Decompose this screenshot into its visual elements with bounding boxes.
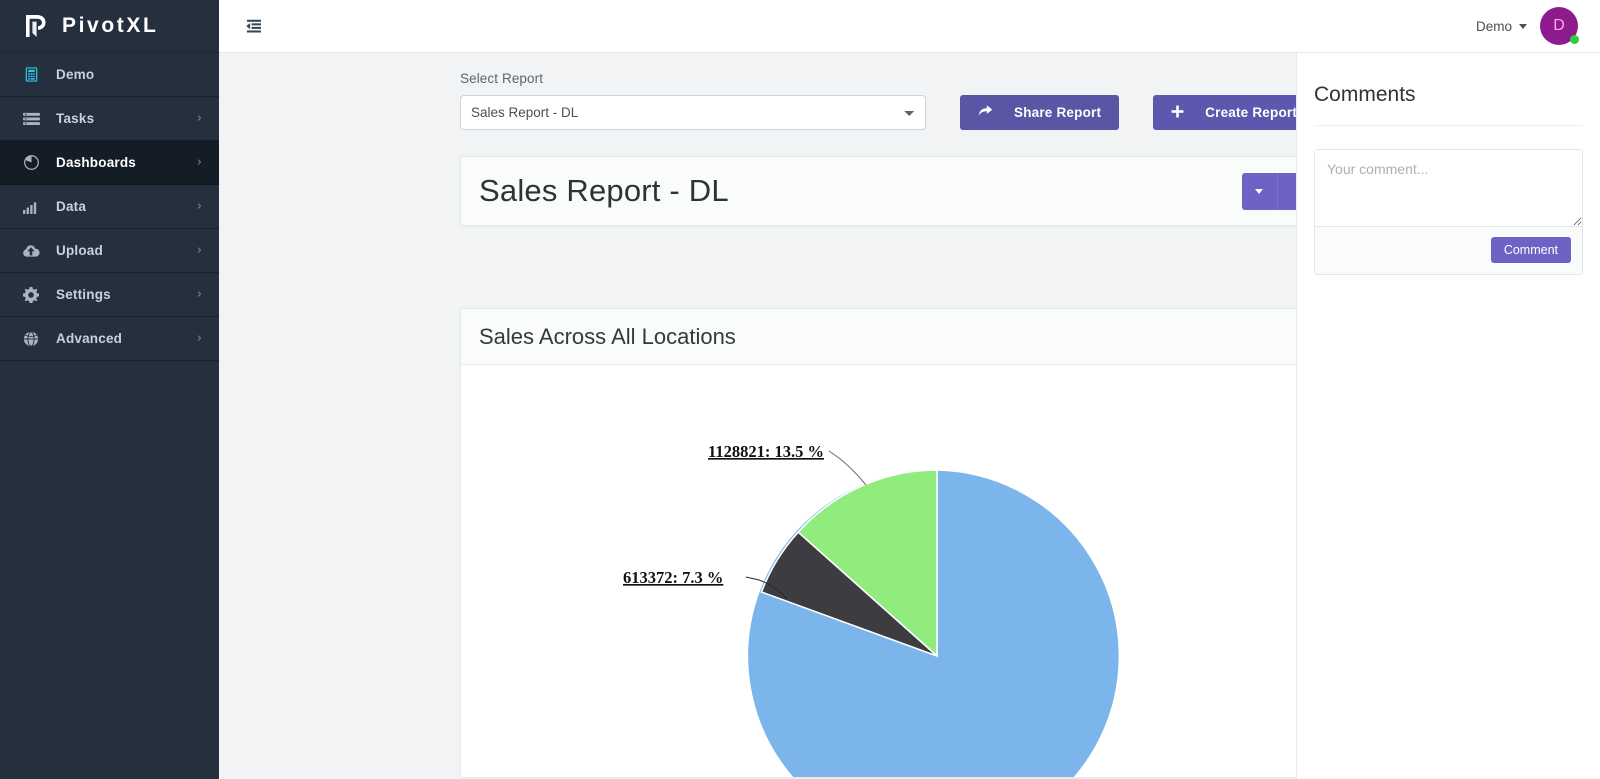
create-report-label: Create Report [1205, 105, 1296, 120]
user-menu-trigger[interactable]: Demo [1476, 19, 1527, 34]
body-row: Select Report Sales Report - DL Share Re… [219, 53, 1600, 779]
chevron-right-icon: › [196, 331, 202, 346]
chevron-right-icon: › [196, 287, 202, 302]
sidebar-item-label: Settings [56, 287, 111, 302]
sidebar-item-upload[interactable]: Upload › [0, 229, 219, 273]
pie-data-label-green: 1128821: 13.5 % [708, 442, 824, 461]
comments-header: Comments [1314, 67, 1583, 126]
chevron-right-icon: › [196, 111, 202, 126]
sidebar-item-dashboards[interactable]: Dashboards › [0, 141, 219, 185]
comment-input[interactable] [1315, 150, 1582, 227]
chevron-right-icon: › [196, 155, 202, 170]
brand-logo[interactable]: PivotXL [0, 0, 219, 53]
sidebar-item-label: Demo [56, 67, 95, 82]
tasks-list-icon [20, 110, 42, 128]
add-button-group: ADD [1241, 172, 1296, 210]
sidebar-item-label: Tasks [56, 111, 95, 126]
chart-card: Sales Across All Locations 1128821: 13.5… [460, 308, 1296, 778]
sidebar-item-tasks[interactable]: Tasks › [0, 97, 219, 141]
user-menu[interactable]: Demo D [1476, 7, 1579, 45]
add-button[interactable]: ADD [1277, 172, 1296, 210]
avatar-initial: D [1553, 17, 1565, 34]
sidebar-item-label: Dashboards [56, 155, 137, 170]
chart-card-header: Sales Across All Locations [461, 309, 1296, 365]
caret-down-icon [1255, 188, 1264, 194]
building-icon [20, 66, 42, 84]
comments-inner: Comments Comment [1297, 53, 1600, 275]
report-toolbar: Sales Report - DL Share Report Create Re… [460, 95, 1296, 130]
sidebar-item-label: Advanced [56, 331, 123, 346]
bar-chart-icon [20, 198, 42, 216]
main-content: Select Report Sales Report - DL Share Re… [219, 53, 1296, 779]
comments-panel: Comments Comment [1296, 53, 1600, 779]
comments-title: Comments [1314, 83, 1416, 106]
select-report-label: Select Report [460, 71, 544, 86]
gear-icon [20, 286, 42, 304]
pie-chart: 1128821: 13.5 % 613372: 7.3 % [461, 365, 1296, 777]
label-connector-green [828, 450, 867, 486]
sidebar-item-advanced[interactable]: Advanced › [0, 317, 219, 361]
report-header-card: Sales Report - DL ADD [460, 156, 1296, 226]
globe-icon [20, 330, 42, 348]
pie-chart-svg: 1128821: 13.5 % 613372: 7.3 % [623, 442, 1121, 777]
application-root: PivotXL Demo Tasks › Dashboards › Data ›… [0, 0, 1600, 779]
user-name-label: Demo [1475, 18, 1512, 34]
main-inner: Select Report Sales Report - DL Share Re… [460, 71, 1296, 778]
add-dropdown-toggle[interactable] [1241, 172, 1278, 210]
sidebar-item-demo[interactable]: Demo [0, 53, 219, 97]
select-report-dropdown[interactable]: Sales Report - DL [460, 95, 926, 130]
sidebar-nav: Demo Tasks › Dashboards › Data › Upload … [0, 53, 219, 361]
chevron-right-icon: › [196, 243, 202, 258]
plus-icon [1171, 105, 1184, 120]
comment-form-footer: Comment [1315, 227, 1582, 274]
share-arrow-icon [978, 105, 993, 120]
caret-down-icon [1519, 23, 1527, 29]
sidebar-item-data[interactable]: Data › [0, 185, 219, 229]
topbar: Demo D [219, 0, 1600, 53]
sidebar: PivotXL Demo Tasks › Dashboards › Data ›… [0, 0, 219, 779]
share-report-button[interactable]: Share Report [960, 95, 1120, 130]
pivotxl-logo-icon [22, 13, 48, 39]
page-scrollbar[interactable] [1584, 53, 1600, 779]
chevron-right-icon: › [196, 199, 202, 214]
create-report-button[interactable]: Create Report [1153, 95, 1296, 130]
page-title: Sales Report - DL [479, 173, 729, 208]
sidebar-item-label: Upload [56, 243, 103, 258]
content-area: Demo D Select Report Sales Report - DL S… [219, 0, 1600, 779]
cloud-upload-icon [20, 242, 42, 260]
chart-title: Sales Across All Locations [479, 323, 736, 349]
avatar[interactable]: D [1540, 7, 1579, 45]
comment-form: Comment [1314, 149, 1583, 275]
sidebar-collapse-icon[interactable] [239, 12, 267, 40]
pie-chart-icon [20, 154, 42, 172]
pie-data-label-gray: 613372: 7.3 % [623, 568, 723, 587]
sidebar-item-label: Data [56, 199, 87, 214]
online-status-dot [1570, 35, 1579, 44]
brand-name: PivotXL [62, 14, 159, 37]
sidebar-item-settings[interactable]: Settings › [0, 273, 219, 317]
share-report-label: Share Report [1014, 105, 1102, 120]
submit-comment-button[interactable]: Comment [1490, 237, 1571, 263]
